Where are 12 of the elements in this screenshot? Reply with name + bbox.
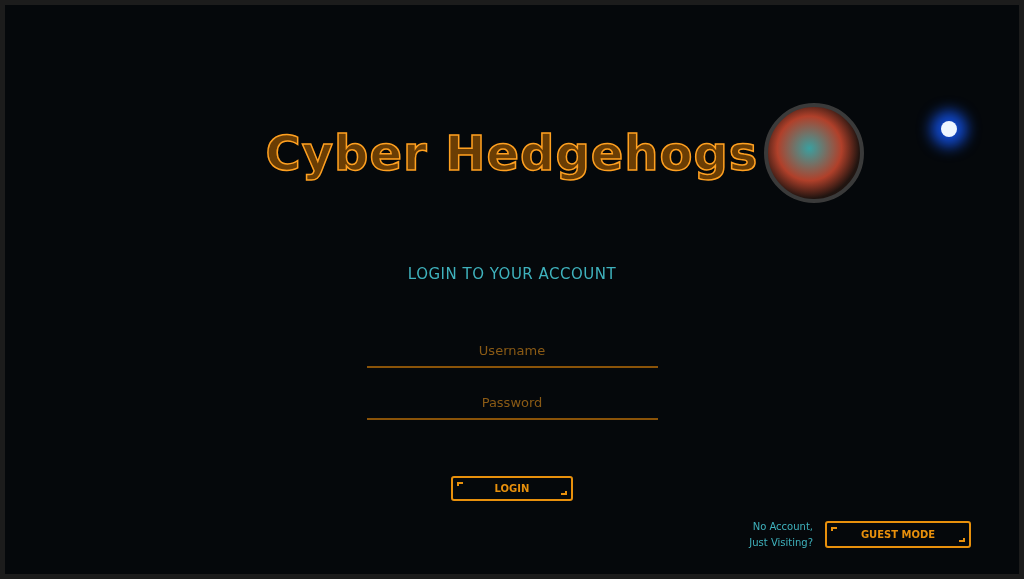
- guest-prompt-text: No Account,: [752, 519, 813, 534]
- corner-bracket-icon: [831, 527, 837, 531]
- input-field[interactable]: Username: [366, 335, 658, 368]
- input-field[interactable]: Password: [366, 387, 658, 420]
- login-heading: LOGIN TO YOUR ACCOUNT: [407, 264, 617, 285]
- guest-mode-button[interactable]: GUEST MODE: [825, 521, 971, 548]
- app-title: Cyber Hedgehogs: [265, 124, 759, 183]
- guest-prompt-text: Just Visiting?: [749, 535, 813, 550]
- corner-bracket-icon: [561, 490, 567, 495]
- corner-bracket-icon: [457, 481, 463, 486]
- corner-bracket-icon: [959, 538, 965, 542]
- login-button[interactable]: LOGIN: [451, 475, 573, 501]
